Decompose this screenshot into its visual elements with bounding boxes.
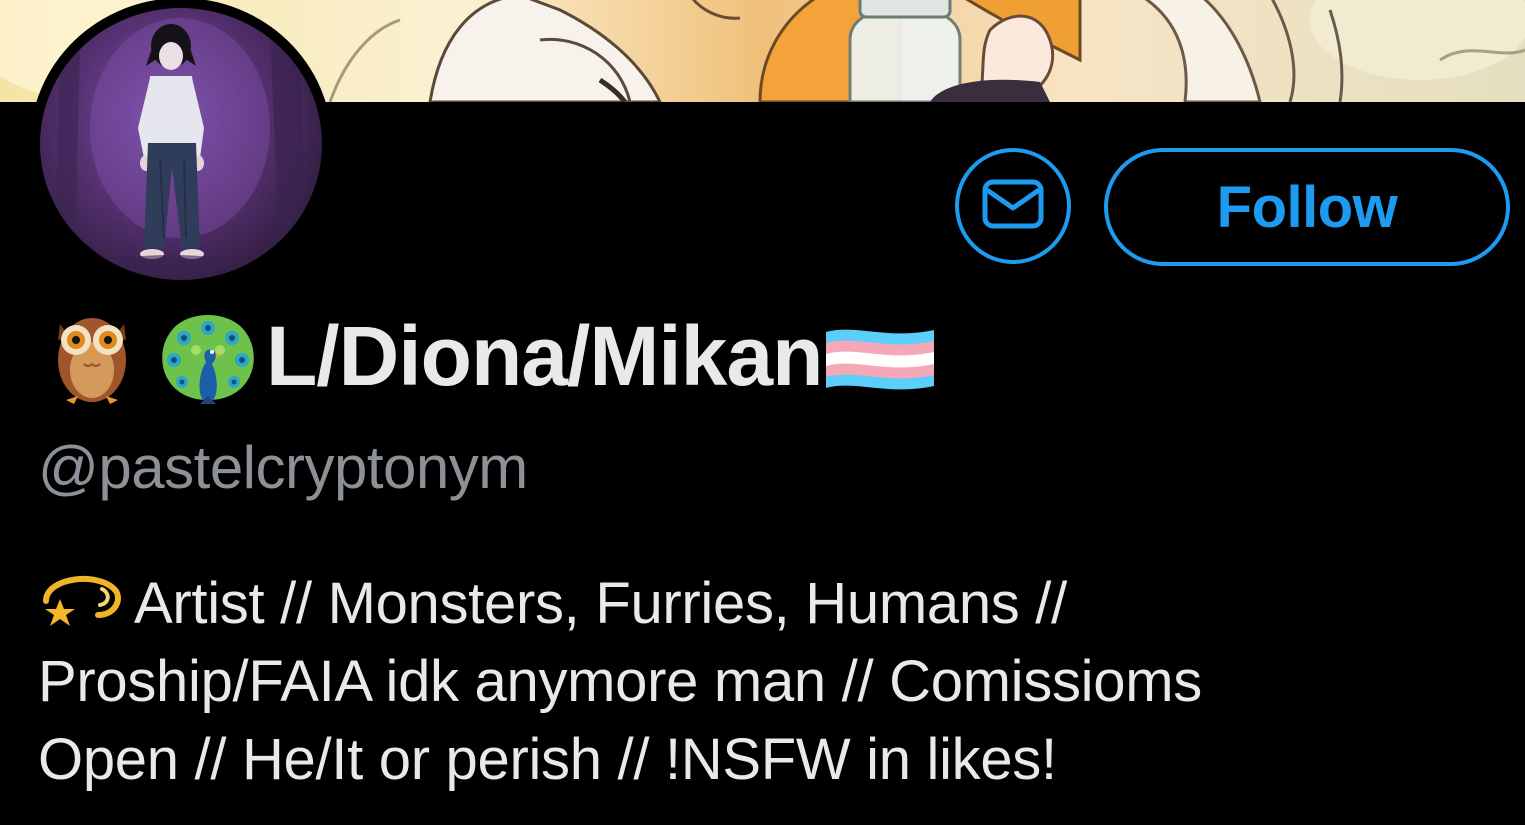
bio-line-3-text: Open // He/It or perish // !NSFW in like… (38, 727, 1057, 792)
bio-line-1-text: Artist // Monsters, Furries, Humans // (134, 571, 1067, 636)
display-name-row: L/Diona/Mikan (52, 300, 938, 412)
profile-avatar[interactable] (30, 0, 332, 290)
envelope-icon (981, 178, 1045, 235)
dizzy-emoji (38, 571, 122, 633)
transgender-flag-emoji (822, 326, 938, 392)
peacock-emoji (152, 304, 264, 408)
profile-bio: Artist // Monsters, Furries, Humans // P… (38, 565, 1498, 799)
username-handle: @pastelcryptonym (38, 434, 528, 501)
follow-button[interactable]: Follow (1104, 148, 1510, 266)
owl-emoji (52, 304, 132, 408)
profile-header: Follow L/Diona/Mikan @pastelcryptonym Ar… (0, 0, 1525, 825)
display-name: L/Diona/Mikan (266, 309, 823, 403)
bio-line: Artist // Monsters, Furries, Humans // (38, 565, 1498, 643)
follow-button-label: Follow (1216, 174, 1398, 240)
message-button[interactable] (955, 148, 1071, 264)
avatar-image (40, 8, 322, 280)
bio-line-2-text: Proship/FAIA idk anymore man // Comissio… (38, 649, 1202, 714)
